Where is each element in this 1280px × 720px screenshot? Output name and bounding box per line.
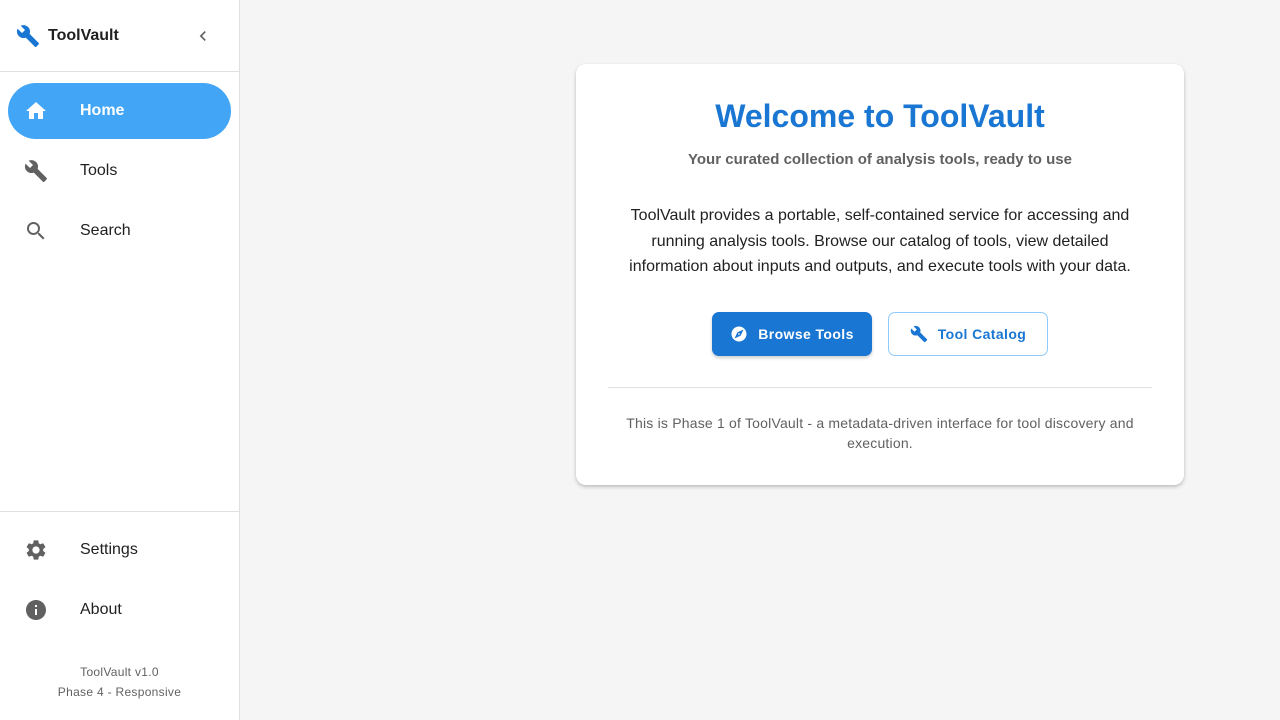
sidebar-item-label: Settings <box>80 541 138 558</box>
tool-catalog-button[interactable]: Tool Catalog <box>888 312 1048 356</box>
sidebar-item-settings[interactable]: Settings <box>8 522 231 578</box>
welcome-description: ToolVault provides a portable, self-cont… <box>629 207 1131 275</box>
phase-text: Phase 4 - Responsive <box>57 685 182 699</box>
sidebar-header: ToolVault <box>0 0 239 72</box>
sidebar-item-label: Tools <box>80 162 118 179</box>
wrench-icon <box>16 24 40 48</box>
sidebar-item-label: Search <box>80 222 131 239</box>
gear-icon <box>24 538 48 562</box>
wrench-icon <box>24 159 48 183</box>
home-icon <box>24 99 48 123</box>
sidebar-item-search[interactable]: Search <box>8 203 231 259</box>
collapse-sidebar-button[interactable] <box>190 23 216 49</box>
welcome-card: Welcome to ToolVault Your curated collec… <box>576 64 1184 485</box>
app-title: ToolVault <box>48 27 119 44</box>
sidebar-item-home[interactable]: Home <box>8 83 231 139</box>
chevron-left-icon <box>199 31 206 41</box>
welcome-subtitle: Your curated collection of analysis tool… <box>688 151 1072 168</box>
welcome-title: Welcome to ToolVault <box>715 98 1045 134</box>
sidebar-item-tools[interactable]: Tools <box>8 143 231 199</box>
phase-note: This is Phase 1 of ToolVault - a metadat… <box>626 415 1134 451</box>
sidebar-divider <box>0 511 239 512</box>
sidebar-item-label: About <box>80 601 122 618</box>
sidebar: ToolVault Home Tools Search Settings Abo… <box>0 0 240 720</box>
version-text: ToolVault v1.0 <box>80 665 159 679</box>
sidebar-item-about[interactable]: About <box>8 582 231 638</box>
info-icon <box>24 598 48 622</box>
browse-tools-label: Browse Tools <box>758 326 854 342</box>
compass-icon <box>730 325 748 343</box>
browse-tools-button[interactable]: Browse Tools <box>712 312 872 356</box>
wrench-icon <box>910 325 928 343</box>
tool-catalog-label: Tool Catalog <box>937 326 1027 342</box>
search-icon <box>24 219 48 243</box>
sidebar-item-label: Home <box>80 102 125 119</box>
card-divider <box>608 387 1152 388</box>
app-root: ToolVault Home Tools Search Settings Abo… <box>0 0 1280 720</box>
